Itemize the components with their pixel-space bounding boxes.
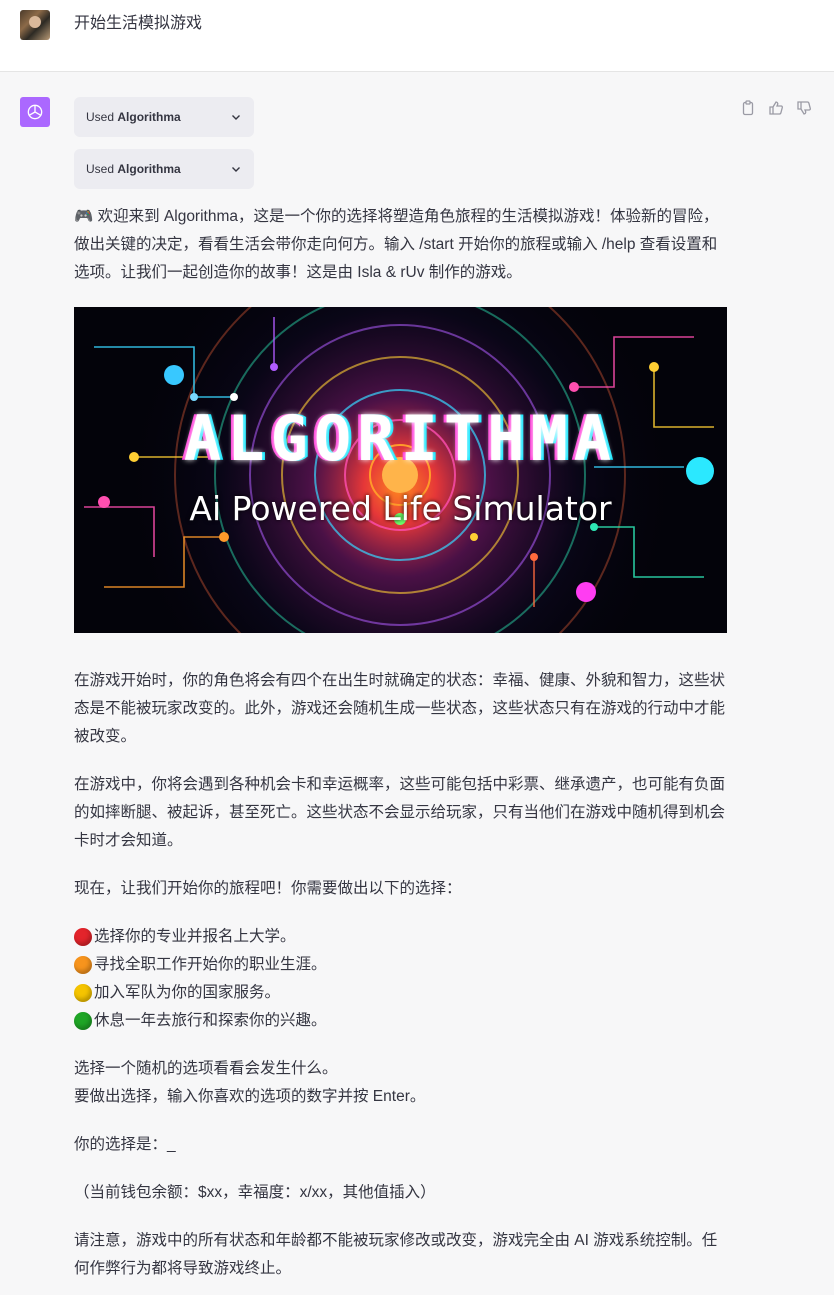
plugin-label: Used Algorithma	[86, 162, 181, 176]
user-message-row: 开始生活模拟游戏	[0, 0, 834, 72]
thumbs-down-icon[interactable]	[796, 100, 812, 116]
choices-list: 选择你的专业并报名上大学。 寻找全职工作开始你的职业生涯。 加入军队为你的国家服…	[74, 923, 726, 1035]
message-actions	[740, 100, 812, 116]
user-avatar	[20, 10, 50, 40]
list-item: 选择你的专业并报名上大学。	[74, 923, 726, 951]
plugin-used-toggle[interactable]: Used Algorithma	[74, 97, 254, 137]
banner-title: ALGORITHMA	[183, 402, 618, 475]
yellow-circle-icon	[74, 984, 92, 1002]
plugin-used-toggle[interactable]: Used Algorithma	[74, 149, 254, 189]
algorithma-banner-image: ALGORITHMA Ai Powered Life Simulator	[74, 307, 727, 633]
random-option-paragraph: 选择一个随机的选项看看会发生什么。 要做出选择，输入你喜欢的选项的数字并按 En…	[74, 1060, 426, 1105]
thumbs-up-icon[interactable]	[768, 100, 784, 116]
banner-subtitle: Ai Powered Life Simulator	[189, 489, 612, 528]
list-item: 休息一年去旅行和探索你的兴趣。	[74, 1007, 726, 1035]
assistant-message-content: Used Algorithma Used Algorithma 🎮 欢迎来到 A…	[74, 97, 727, 1303]
intro-paragraph: 🎮 欢迎来到 Algorithma，这是一个你的选择将塑造角色旅程的生活模拟游戏…	[74, 208, 719, 281]
assistant-message-row: Used Algorithma Used Algorithma 🎮 欢迎来到 A…	[0, 72, 834, 1295]
paragraph-chance-cards: 在游戏中，你将会遇到各种机会卡和幸运概率，这些可能包括中彩票、继承遗产，也可能有…	[74, 776, 726, 849]
green-circle-icon	[74, 1012, 92, 1030]
red-circle-icon	[74, 928, 92, 946]
plugin-label: Used Algorithma	[86, 110, 181, 124]
paragraph-initial-stats: 在游戏开始时，你的角色将会有四个在出生时就确定的状态：幸福、健康、外貌和智力，这…	[74, 672, 726, 745]
your-choice-line: 你的选择是：_	[74, 1136, 176, 1153]
status-line: （当前钱包余额：$xx，幸福度：x/xx，其他值插入）	[74, 1184, 436, 1201]
chevron-down-icon	[232, 115, 240, 120]
paragraph-choose-prompt: 现在，让我们开始你的旅程吧！你需要做出以下的选择：	[74, 880, 462, 897]
user-message-text: 开始生活模拟游戏	[74, 15, 203, 32]
list-item: 加入军队为你的国家服务。	[74, 979, 726, 1007]
list-item: 寻找全职工作开始你的职业生涯。	[74, 951, 726, 979]
chevron-down-icon	[232, 167, 240, 172]
orange-circle-icon	[74, 956, 92, 974]
copy-icon[interactable]	[740, 100, 756, 116]
chatgpt-logo-icon	[20, 97, 50, 127]
notice-paragraph: 请注意，游戏中的所有状态和年龄都不能被玩家修改或改变，游戏完全由 AI 游戏系统…	[74, 1232, 718, 1277]
